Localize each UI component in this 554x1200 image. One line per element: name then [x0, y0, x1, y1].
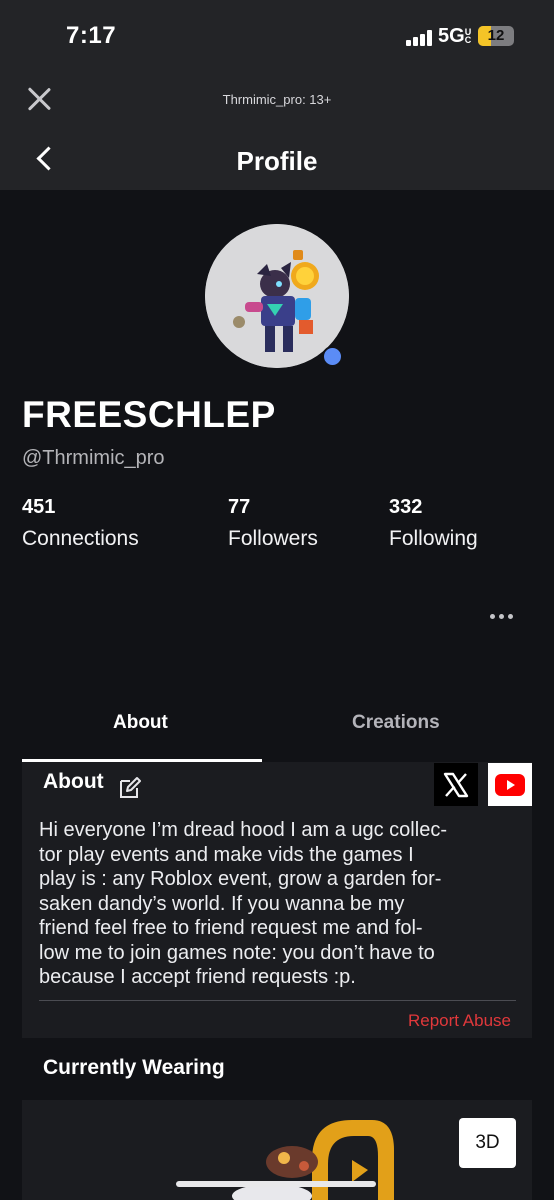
bio-line: play is : any Roblox event, grow a garde…	[39, 868, 442, 890]
view-3d-button[interactable]: 3D	[459, 1118, 516, 1168]
bio-line: saken dandy’s world. If you wanna be my	[39, 892, 405, 915]
bio-line: low me to join games note: you don’t hav…	[39, 941, 435, 964]
currently-wearing-heading: Currently Wearing	[43, 1056, 225, 1079]
bio-line: Hi everyone I’m dread hood I am a ugc co…	[39, 819, 447, 841]
status-bar: 7:17 5GUC 12	[0, 0, 554, 70]
network-type: 5GUC	[438, 25, 472, 47]
stat-label: Connections	[22, 527, 139, 550]
stat-value: 332	[389, 496, 423, 518]
stat-value: 451	[22, 496, 56, 518]
stat-label: Followers	[228, 527, 318, 550]
browser-title: Thrmimic_pro: 13+	[222, 92, 332, 107]
divider	[39, 1000, 516, 1001]
battery-icon: 12	[478, 26, 514, 46]
tab-about[interactable]: About	[113, 712, 168, 734]
youtube-icon	[495, 773, 525, 796]
online-status-indicator	[322, 346, 343, 367]
display-name: FREESCHLEP	[22, 394, 276, 435]
x-icon	[443, 772, 469, 797]
bio-line: because I accept friend requests :p.	[39, 966, 356, 988]
stat-followers[interactable]: 77 Followers	[228, 496, 318, 551]
stat-following[interactable]: 332 Following	[389, 496, 478, 551]
home-indicator	[176, 1181, 376, 1187]
page-title: Profile	[236, 146, 318, 176]
youtube-link[interactable]	[488, 763, 532, 806]
tab-creations[interactable]: Creations	[352, 712, 440, 734]
about-bio: Hi everyone I’m dread hood I am a ugc co…	[39, 818, 509, 990]
report-abuse-link[interactable]: Report Abuse	[408, 1011, 511, 1031]
bio-line: friend feel free to friend request me an…	[39, 917, 423, 939]
stat-connections[interactable]: 451 Connections	[22, 496, 139, 551]
username: @Thrmimic_pro	[22, 447, 165, 469]
signal-strength-icon	[406, 30, 434, 46]
stat-value: 77	[228, 496, 251, 518]
browser-bar: Thrmimic_pro: 13+	[0, 70, 554, 126]
more-options-icon[interactable]	[490, 608, 518, 624]
stat-label: Following	[389, 527, 478, 550]
nav-bar: Profile	[0, 126, 554, 190]
about-heading: About	[43, 770, 104, 793]
status-time: 7:17	[66, 22, 117, 49]
bio-line: tor play events and make vids the games …	[39, 843, 414, 866]
battery-percent: 12	[487, 27, 505, 44]
edit-icon[interactable]	[118, 776, 142, 800]
x-twitter-link[interactable]	[434, 763, 478, 806]
